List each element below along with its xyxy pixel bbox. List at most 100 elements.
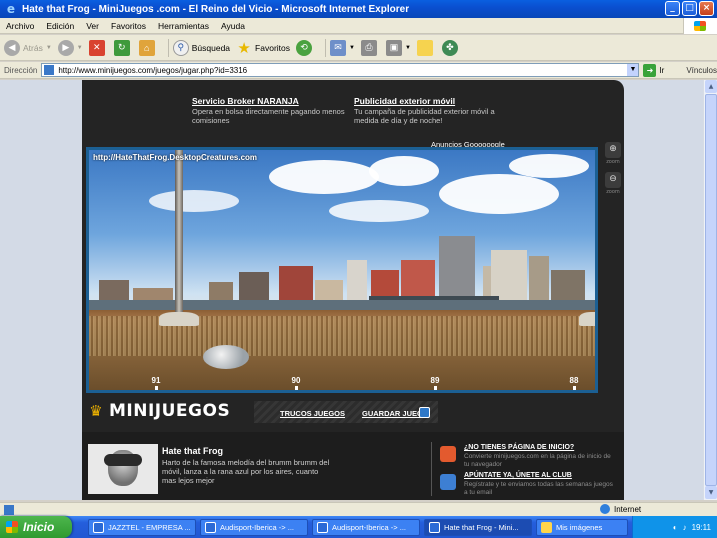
edit-button[interactable]: ▣ ▼ — [385, 39, 411, 56]
edit-dropdown-icon[interactable]: ▼ — [405, 45, 411, 51]
page-status-icon — [4, 504, 14, 515]
promo-homepage-text: Convierte minijuegos.com en la página de… — [464, 453, 611, 468]
note-icon — [416, 39, 433, 56]
game-thumbnail[interactable] — [88, 444, 158, 494]
menu-archivo[interactable]: Archivo — [6, 21, 34, 31]
minijuegos-logo[interactable]: MINIJUEGOS — [109, 401, 230, 421]
clock: 19:11 — [691, 522, 711, 532]
stop-button[interactable]: ✕ — [88, 39, 108, 56]
launch-pole — [175, 150, 183, 315]
history-icon: ⟲ — [296, 39, 313, 56]
task-hate-that-frog[interactable]: Hate that Frog - Mini... — [424, 518, 532, 536]
scroll-up-icon[interactable]: ▲ — [705, 80, 717, 93]
menu-herramientas[interactable]: Herramientas — [158, 21, 209, 31]
game-title: Hate that Frog — [162, 446, 224, 456]
address-dropdown-icon[interactable]: ▼ — [627, 64, 639, 76]
system-tray: ◐ ♪ 19:11 — [632, 516, 717, 538]
promo-homepage-title[interactable]: ¿NO TIENES PÁGINA DE INICIO? — [464, 444, 574, 451]
messenger-button[interactable]: ✤ — [441, 39, 461, 56]
zoom-in-button[interactable]: ⊕ — [605, 142, 621, 158]
mail-dropdown-icon[interactable]: ▼ — [349, 45, 355, 51]
minimize-button[interactable]: _ — [665, 1, 680, 16]
ad-publicidad-title[interactable]: Publicidad exterior móvil — [354, 96, 514, 106]
maximize-button[interactable]: □ — [682, 1, 697, 16]
ad-broker-text: Opera en bolsa directamente pagando meno… — [192, 107, 345, 125]
distance-marker-label: 88 — [569, 376, 579, 385]
game-canvas[interactable]: http://HateThatFrog.DesktopCreatures.com… — [86, 147, 598, 393]
history-button[interactable]: ⟲ — [296, 39, 315, 56]
window-controls: _ □ × — [665, 1, 714, 16]
vertical-scrollbar[interactable]: ▲ ▼ — [703, 80, 717, 500]
title-bar: e Hate that Frog - MiniJuegos .com - El … — [0, 0, 717, 18]
task-label: Audisport-Iberica -> ... — [220, 522, 294, 532]
network-icon[interactable]: ◐ — [673, 523, 678, 532]
windows-flag-icon — [6, 521, 18, 533]
menu-ver[interactable]: Ver — [86, 21, 99, 31]
scroll-thumb[interactable] — [705, 94, 717, 486]
favorites-label: Favoritos — [255, 42, 291, 53]
links-button[interactable]: Vínculos — [686, 66, 717, 75]
save-game-icon[interactable] — [419, 407, 430, 418]
menu-edicion[interactable]: Edición — [46, 21, 74, 31]
minijuegos-site: Servicio Broker NARANJA Opera en bolsa d… — [82, 80, 624, 500]
cloud — [269, 160, 379, 194]
home-icon: ⌂ — [138, 39, 155, 56]
go-arrow-icon: ➜ — [643, 63, 657, 77]
promo-club-text: Regístrate y te enviamos todas las seman… — [464, 481, 613, 496]
task-mis-imagenes[interactable]: Mis imágenes — [536, 518, 628, 536]
go-button[interactable]: ➜ Ir — [643, 63, 664, 77]
zoom-out-button[interactable]: ⊖ — [605, 172, 621, 188]
task-audisport-1[interactable]: Audisport-Iberica -> ... — [200, 518, 308, 536]
toolbar-separator — [167, 38, 169, 57]
distance-marker: 88 — [567, 376, 581, 390]
address-input[interactable]: http://www.minijuegos.com/juegos/jugar.p… — [41, 63, 640, 77]
forward-dropdown-icon[interactable]: ▼ — [77, 45, 83, 51]
back-arrow-icon: ◀ — [4, 39, 20, 56]
refresh-button[interactable]: ↻ — [113, 39, 133, 56]
favorites-button[interactable]: ★ Favoritos — [236, 40, 291, 57]
promo-club-title[interactable]: APÚNTATE YA, ÚNETE AL CLUB — [464, 472, 572, 479]
forward-arrow-icon: ▶ — [57, 39, 74, 56]
distance-tick — [433, 386, 437, 390]
volume-icon[interactable]: ♪ — [683, 523, 687, 532]
task-jazztel[interactable]: JAZZTEL - EMPRESA ... — [88, 518, 196, 536]
toolbar: ◀ Atrás ▼ ▶ ▼ ✕ ↻ ⌂ ⚲ Búsqueda ★ Favorit… — [0, 35, 717, 61]
print-button[interactable]: ⎙ — [360, 39, 380, 56]
task-label: Hate that Frog - Mini... — [444, 522, 519, 532]
task-label: Mis imágenes — [556, 522, 603, 532]
trucos-juegos-link[interactable]: TRUCOS JUEGOS — [280, 409, 345, 418]
zoom-in-label: zoom — [606, 159, 620, 165]
ad-publicidad[interactable]: Publicidad exterior móvil Tu campaña de … — [354, 96, 514, 125]
back-button[interactable]: ◀ Atrás ▼ — [4, 39, 52, 56]
pole-base — [159, 312, 199, 326]
menu-favoritos[interactable]: Favoritos — [111, 21, 146, 31]
distance-tick — [294, 386, 298, 390]
search-button[interactable]: ⚲ Búsqueda — [172, 39, 231, 56]
ad-broker-title[interactable]: Servicio Broker NARANJA — [192, 96, 352, 106]
pole-base — [579, 312, 595, 326]
mail-club-icon — [440, 474, 456, 490]
close-button[interactable]: × — [699, 1, 714, 16]
ad-broker[interactable]: Servicio Broker NARANJA Opera en bolsa d… — [192, 96, 352, 125]
ie-task-icon — [317, 521, 328, 533]
scroll-down-icon[interactable]: ▼ — [705, 486, 717, 499]
mail-button[interactable]: ✉ ▼ — [330, 39, 355, 56]
home-button[interactable]: ⌂ — [138, 39, 158, 56]
zoom-out-label: zoom — [606, 189, 620, 195]
notes-button[interactable] — [416, 39, 436, 56]
search-label: Búsqueda — [191, 42, 231, 53]
start-button[interactable]: Inicio — [0, 516, 72, 538]
page-content: Servicio Broker NARANJA Opera en bolsa d… — [0, 80, 703, 500]
city-skyline — [89, 220, 595, 310]
distance-marker: 91 — [149, 376, 163, 390]
distance-marker-label: 90 — [291, 376, 301, 385]
back-dropdown-icon[interactable]: ▼ — [46, 45, 52, 51]
status-bar: Internet — [0, 502, 717, 516]
forward-button[interactable]: ▶ ▼ — [57, 39, 83, 56]
menu-ayuda[interactable]: Ayuda — [221, 21, 245, 31]
distance-tick — [572, 386, 576, 390]
window-title: Hate that Frog - MiniJuegos .com - El Re… — [22, 3, 410, 15]
task-audisport-2[interactable]: Audisport-Iberica -> ... — [312, 518, 420, 536]
start-label: Inicio — [23, 520, 55, 534]
task-label: JAZZTEL - EMPRESA ... — [108, 522, 191, 532]
